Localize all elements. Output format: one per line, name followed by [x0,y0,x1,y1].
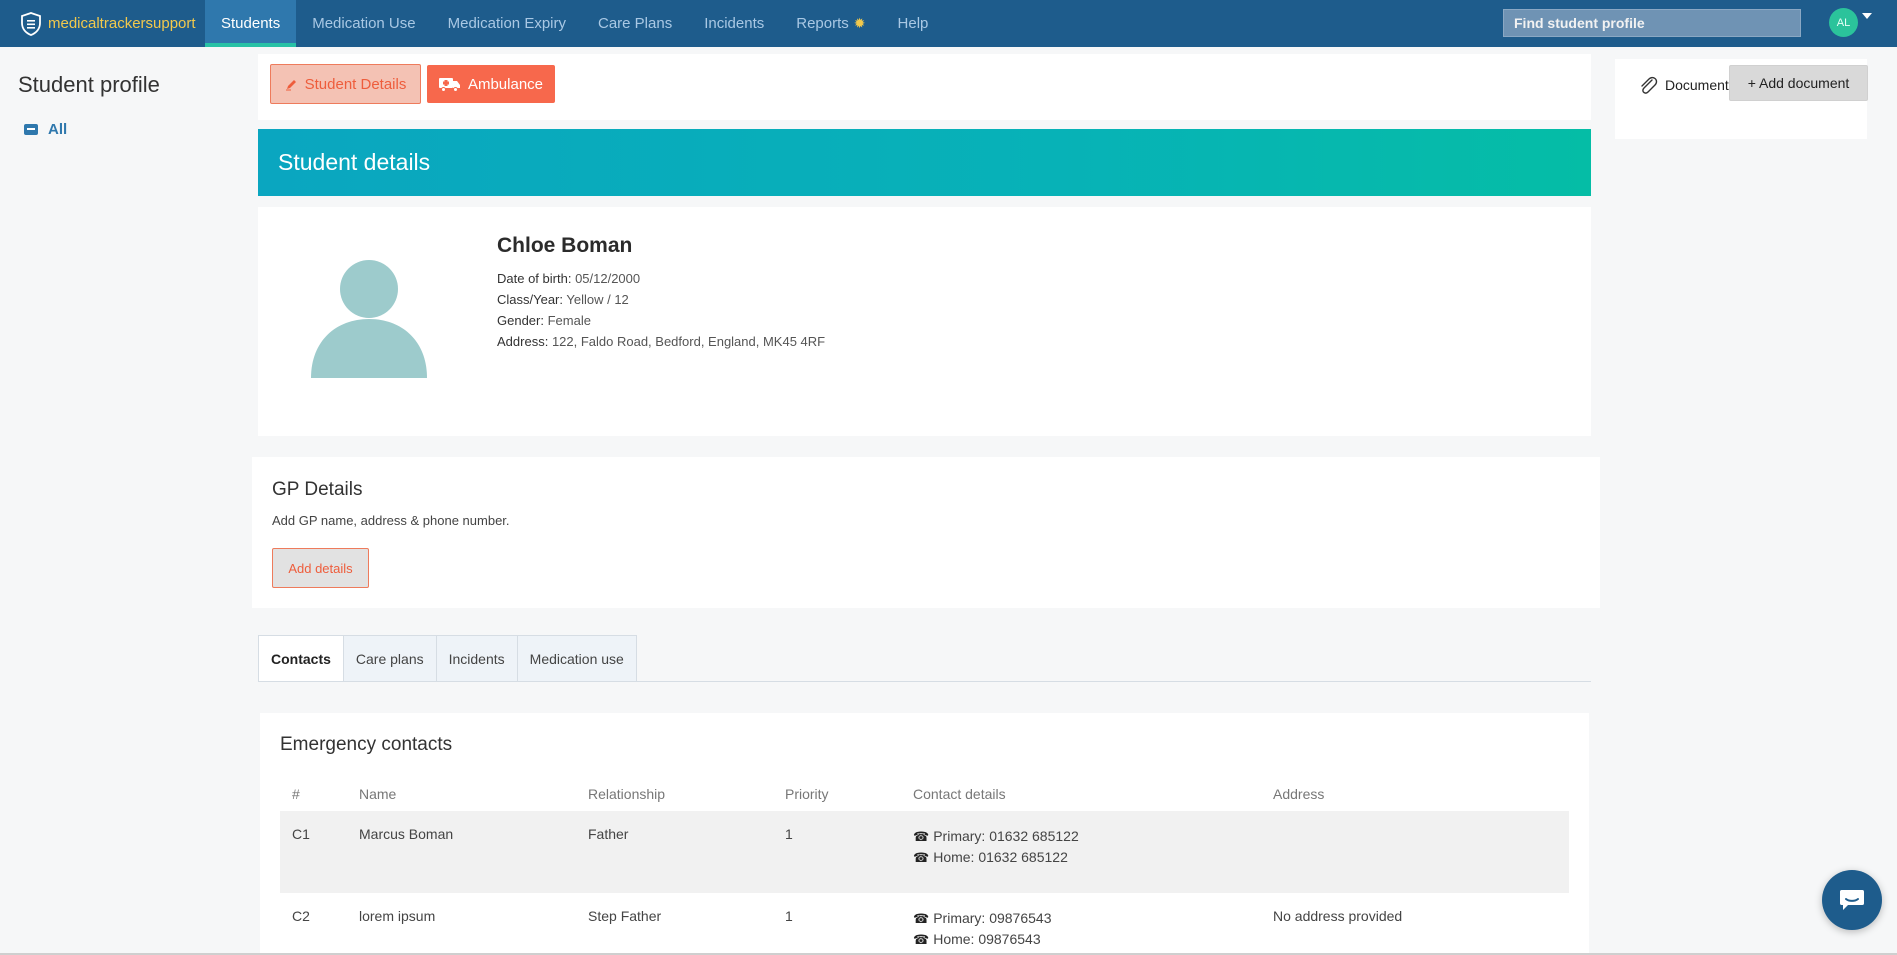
emergency-contacts-table: # Name Relationship Priority Contact det… [280,776,1569,955]
find-student-search-input[interactable] [1503,9,1801,37]
sidebar-title: Student profile [18,72,160,97]
ambulance-label: Ambulance [467,75,544,93]
contact-home-phone: ☎ Home: 01632 685122 [913,847,1273,868]
table-row[interactable]: C1 Marcus Boman Father 1 ☎ Primary: 0163… [280,811,1569,893]
column-header: Relationship [588,785,666,802]
field-value: Yellow / 12 [566,292,629,307]
field-value: 05/12/2000 [575,271,641,286]
contact-home-phone: ☎ Home: 09876543 [913,929,1273,950]
tabs-divider [258,681,1591,682]
gp-details-description: Add GP name, address & phone number. [272,513,510,528]
contact-id: C2 [292,908,310,924]
field-label: Address: [497,334,549,349]
phone-text: Home: 09876543 [933,931,1041,947]
brand-logo[interactable]: medicaltrackersupport [0,0,205,47]
student-details-banner: Student details [258,129,1591,196]
field-value: Female [547,313,591,328]
chevron-down-icon[interactable] [1862,13,1872,19]
student-name: Chloe Boman [497,234,633,257]
field-value: 122, Faldo Road, Bedford, England, MK45 … [551,334,826,349]
phone-text: Primary: 09876543 [933,910,1052,926]
contact-address [1273,811,1569,893]
student-details-label: Student Details [304,75,407,93]
student-details-button[interactable]: Student Details [270,64,421,104]
gear-icon: ✹ [853,15,866,31]
contact-primary-phone: ☎ Primary: 01632 685122 [913,826,1273,847]
tab-medication-use[interactable]: Medication use [517,635,637,682]
phone-text: Home: 01632 685122 [933,849,1068,865]
contact-priority: 1 [785,908,793,924]
student-class-year: Class/Year: Yellow / 12 [497,292,629,307]
student-photo-placeholder [311,260,427,378]
nav-reports-label: Reports [796,15,849,32]
student-profile-card [258,207,1591,436]
chat-icon [1840,890,1864,910]
student-dob: Date of birth: 05/12/2000 [497,271,640,286]
contact-relationship: Father [588,811,783,893]
ambulance-icon [438,77,461,92]
nav-students[interactable]: Students [205,0,297,47]
phone-icon: ☎ [913,850,930,865]
student-gender: Gender: Female [497,313,591,328]
field-label: Class/Year: [497,292,563,307]
field-label: Gender: [497,313,544,328]
phone-icon: ☎ [913,932,930,947]
nav-incidents[interactable]: Incidents [688,0,780,47]
table-row[interactable]: C2 lorem ipsum Step Father 1 ☎ Primary: … [280,893,1569,955]
add-gp-details-button[interactable]: Add details [272,548,369,588]
student-address: Address: 122, Faldo Road, Bedford, Engla… [497,334,825,349]
ambulance-button[interactable]: Ambulance [427,65,555,103]
contact-id: C1 [280,811,359,893]
user-avatar[interactable]: AL [1829,8,1858,37]
chat-button[interactable] [1822,870,1882,930]
contact-relationship: Step Father [588,908,662,924]
nav-help[interactable]: Help [882,0,945,47]
column-header: Contact details [913,785,1006,802]
profile-tabs: Contacts Care plans Incidents Medication… [258,635,637,682]
documents-header: Documents [1637,74,1736,96]
gp-details-card [252,457,1600,608]
add-document-button[interactable]: + Add document [1729,65,1868,101]
phone-text: Primary: 01632 685122 [933,828,1079,844]
contact-details: ☎ Primary: 09876543 ☎ Home: 09876543 [913,893,1273,955]
nav-medication-expiry[interactable]: Medication Expiry [432,0,582,47]
phone-icon: ☎ [913,829,930,844]
nav-medication-use[interactable]: Medication Use [296,0,431,47]
contact-name: Marcus Boman [359,811,588,893]
field-label: Date of birth: [497,271,572,286]
contact-details: ☎ Primary: 01632 685122 ☎ Home: 01632 68… [913,811,1273,893]
folder-icon [24,124,38,135]
tab-incidents[interactable]: Incidents [436,635,518,682]
contact-primary-phone: ☎ Primary: 09876543 [913,908,1273,929]
sidebar-item-all[interactable]: All [24,121,67,138]
brand-name: medicaltrackersupport [48,15,196,32]
column-header: Name [359,785,397,802]
column-header: Priority [785,785,829,802]
tab-contacts[interactable]: Contacts [258,635,344,682]
nav-care-plans[interactable]: Care Plans [582,0,688,47]
pencil-icon [285,78,298,91]
sidebar-item-label: All [48,121,68,138]
column-header: Address [1273,785,1325,802]
contact-priority: 1 [783,811,913,893]
shield-icon [21,11,41,36]
gp-details-title: GP Details [272,479,363,500]
phone-icon: ☎ [913,911,930,926]
nav-reports[interactable]: Reports ✹ [780,0,881,47]
documents-label: Documents [1665,77,1736,93]
contact-address: No address provided [1273,908,1403,924]
emergency-contacts-title: Emergency contacts [280,734,453,755]
tab-care-plans[interactable]: Care plans [343,635,437,682]
table-header-row: # Name Relationship Priority Contact det… [280,776,1569,811]
column-header: # [292,785,300,802]
contact-name: lorem ipsum [359,908,436,924]
paperclip-icon [1641,76,1658,94]
